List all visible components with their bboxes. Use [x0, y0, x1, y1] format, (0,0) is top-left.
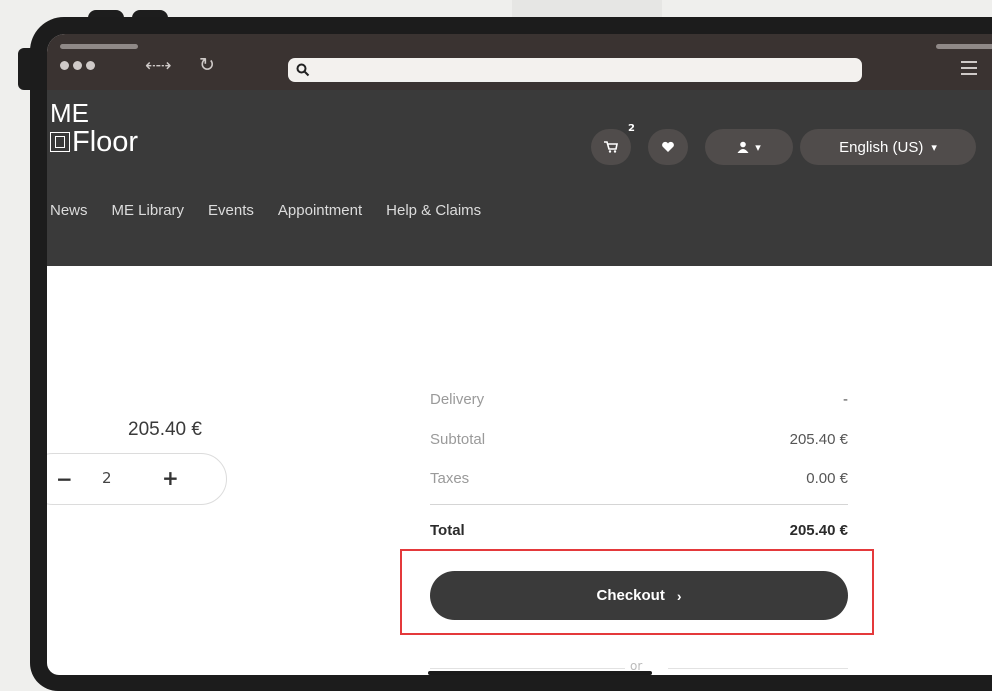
taxes-value: 0.00 € [806, 470, 848, 487]
summary-row-total: Total 205.40 € [430, 522, 848, 539]
summary-row-taxes: Taxes 0.00 € [430, 470, 848, 487]
browser-toolbar: ⇠⇢ ↻ [47, 34, 992, 90]
logo-text-bottom: Floor [72, 126, 139, 158]
account-button[interactable]: ▾ [705, 129, 793, 165]
site-header: ME Floor 2 ▾ English (US) ▾ News ME Libr… [47, 90, 992, 266]
cart-icon [604, 141, 618, 153]
wishlist-button[interactable] [648, 129, 688, 165]
back-forward-icon[interactable]: ⇠⇢ [145, 56, 171, 76]
cart-count-badge: 2 [628, 123, 635, 134]
tablet-frame: ⇠⇢ ↻ ME Floor 2 ▾ English (US) ▾ News ME… [30, 17, 992, 691]
product-price: 205.40 € [128, 419, 202, 440]
main-nav: News ME Library Events Appointment Help … [50, 202, 505, 219]
summary-divider [430, 504, 848, 505]
nav-item-news[interactable]: News [50, 202, 88, 219]
summary-row-delivery: Delivery - [430, 391, 848, 408]
summary-row-subtotal: Subtotal 205.40 € [430, 431, 848, 448]
quantity-stepper: − 2 + [47, 453, 227, 505]
toolbar-handle-left [60, 44, 138, 49]
chevron-right-icon: › [676, 587, 682, 604]
or-line-right [668, 668, 848, 669]
subtotal-label: Subtotal [430, 431, 486, 448]
total-value: 205.40 € [789, 522, 848, 539]
user-icon [737, 141, 749, 153]
checkout-label: Checkout [596, 587, 665, 604]
caret-down-icon: ▾ [931, 141, 937, 154]
nav-item-appointment[interactable]: Appointment [278, 202, 362, 219]
menu-icon[interactable] [961, 61, 977, 79]
language-label: English (US) [839, 138, 924, 156]
address-bar[interactable] [288, 58, 862, 82]
delivery-value: - [843, 391, 848, 408]
quantity-decrease-button[interactable]: − [56, 467, 73, 491]
nav-item-help-claims[interactable]: Help & Claims [386, 202, 481, 219]
total-label: Total [430, 522, 465, 539]
taxes-label: Taxes [430, 470, 470, 487]
logo[interactable]: Floor [50, 126, 138, 158]
language-selector[interactable]: English (US) ▾ [800, 129, 976, 165]
home-indicator[interactable] [428, 671, 652, 675]
toolbar-handle-right [936, 44, 992, 49]
tablet-screen: ⇠⇢ ↻ ME Floor 2 ▾ English (US) ▾ News ME… [47, 34, 992, 675]
nav-item-me-library[interactable]: ME Library [112, 202, 185, 219]
heart-icon [662, 141, 674, 152]
quantity-increase-button[interactable]: + [162, 466, 179, 490]
reload-icon[interactable]: ↻ [199, 54, 215, 76]
quantity-value[interactable]: 2 [102, 469, 112, 487]
subtotal-value: 205.40 € [789, 431, 848, 448]
caret-down-icon: ▾ [755, 140, 761, 154]
window-dots-icon[interactable] [60, 61, 95, 70]
nav-item-events[interactable]: Events [208, 202, 254, 219]
logo-text-top[interactable]: ME [50, 100, 89, 126]
or-line-left [430, 668, 625, 669]
checkout-button[interactable]: Checkout › [430, 571, 848, 620]
delivery-label: Delivery [430, 391, 485, 408]
logo-mark-icon [50, 132, 70, 152]
search-icon [296, 63, 310, 77]
cart-button[interactable] [591, 129, 631, 165]
